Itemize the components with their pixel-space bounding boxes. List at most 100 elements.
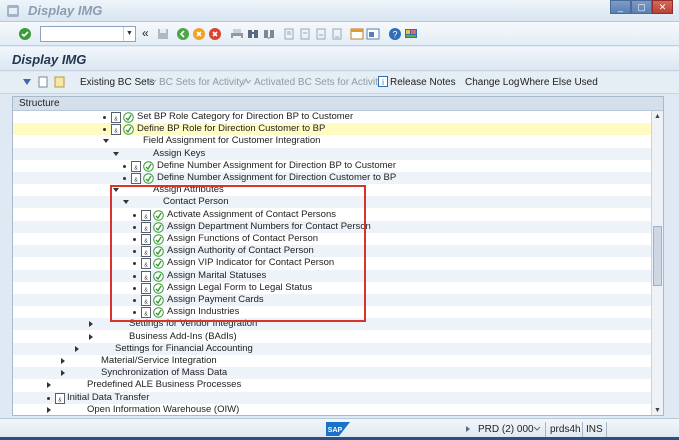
tree-row[interactable]: & Assign Functions of Contact Person: [13, 233, 653, 245]
documentation-icon[interactable]: &: [141, 307, 151, 319]
tree-node-label[interactable]: Contact Person: [163, 196, 228, 208]
new-session-icon[interactable]: [350, 27, 364, 41]
next-page-icon[interactable]: [314, 27, 328, 41]
expand-node-icon[interactable]: [75, 345, 79, 352]
last-page-icon[interactable]: [330, 27, 344, 41]
expand-node-icon[interactable]: [47, 406, 51, 413]
where-else-used-button[interactable]: Where Else Used: [520, 77, 598, 88]
chevron-down-icon[interactable]: ▼: [123, 27, 135, 41]
tree-row-label[interactable]: Define Number Assignment for Direction C…: [157, 172, 396, 184]
expand-all-icon[interactable]: [22, 77, 32, 87]
execute-activity-icon[interactable]: [153, 295, 164, 306]
documentation-icon[interactable]: &: [141, 270, 151, 282]
command-field[interactable]: ▼: [40, 26, 136, 42]
change-log-button[interactable]: Change Log: [465, 77, 520, 88]
exit-icon[interactable]: [192, 27, 206, 41]
expand-node-icon[interactable]: [89, 321, 93, 328]
activated-bc-sets-button[interactable]: Activated BC Sets for Activity: [254, 77, 383, 88]
maximize-button[interactable]: ▢: [631, 0, 652, 14]
tree-row[interactable]: Settings for Financial Accounting: [13, 342, 653, 355]
history-icon[interactable]: «: [142, 26, 152, 40]
tree-node-label[interactable]: Settings for Vendor Integration: [129, 318, 257, 330]
bc-sets-for-activity-button[interactable]: BC Sets for Activity: [159, 77, 244, 88]
tree-row[interactable]: Assign Attributes: [13, 184, 653, 196]
execute-activity-icon[interactable]: [153, 221, 164, 233]
documentation-icon[interactable]: &: [141, 258, 151, 270]
execute-activity-icon[interactable]: [123, 124, 134, 135]
tree-row[interactable]: & Activate Assignment of Contact Persons: [13, 209, 653, 221]
tree-row-label[interactable]: Assign Authority of Contact Person: [167, 245, 314, 257]
tree-row[interactable]: & Assign Industries: [13, 306, 653, 319]
tree-row[interactable]: & Assign Legal Form to Legal Status: [13, 282, 653, 294]
documentation-icon[interactable]: &: [55, 392, 65, 404]
tree-node-label[interactable]: Predefined ALE Business Processes: [87, 379, 241, 391]
tree-row-label[interactable]: Assign Functions of Contact Person: [167, 233, 318, 245]
expand-node-icon[interactable]: [61, 370, 65, 377]
chevron-down-icon[interactable]: [533, 426, 541, 432]
execute-activity-icon[interactable]: [153, 258, 164, 270]
collapse-node-icon[interactable]: [113, 151, 119, 156]
tree-row[interactable]: & Assign Marital Statuses: [13, 269, 653, 282]
tree-row-label[interactable]: Assign VIP Indicator for Contact Person: [167, 257, 334, 269]
scroll-down-icon[interactable]: ▼: [652, 405, 663, 415]
minimize-button[interactable]: _: [610, 0, 631, 14]
execute-activity-icon[interactable]: [153, 282, 164, 294]
tree-row[interactable]: & Assign Payment Cards: [13, 294, 653, 306]
tree-node-label[interactable]: Settings for Financial Accounting: [115, 343, 253, 355]
status-arrow-icon[interactable]: [464, 425, 472, 433]
tree-row[interactable]: & Assign Department Numbers for Contact P…: [13, 220, 653, 233]
documentation-icon[interactable]: &: [111, 112, 121, 123]
execute-activity-icon[interactable]: [123, 112, 134, 123]
tree-row-label[interactable]: Activate Assignment of Contact Persons: [167, 209, 336, 221]
execute-activity-icon[interactable]: [153, 234, 164, 245]
tree-row[interactable]: Synchronization of Mass Data: [13, 367, 653, 380]
documentation-icon[interactable]: &: [141, 209, 151, 221]
execute-activity-icon[interactable]: [153, 270, 164, 282]
tree-node-label[interactable]: Material/Service Integration: [101, 355, 217, 367]
scroll-up-icon[interactable]: ▲: [652, 111, 663, 123]
first-page-icon[interactable]: [282, 27, 296, 41]
tree-row[interactable]: Material/Service Integration: [13, 355, 653, 367]
collapse-node-icon[interactable]: [103, 139, 109, 144]
execute-activity-icon[interactable]: [153, 246, 164, 257]
documentation-icon[interactable]: &: [111, 124, 121, 136]
collapse-node-icon[interactable]: [123, 200, 129, 205]
back-icon[interactable]: [176, 27, 190, 41]
save-icon[interactable]: [156, 27, 170, 41]
execute-activity-icon[interactable]: [143, 160, 154, 172]
collapse-node-icon[interactable]: [113, 188, 119, 193]
execute-activity-icon[interactable]: [143, 173, 154, 184]
tree-row[interactable]: & Define BP Role for Direction Customer t…: [13, 123, 653, 136]
print-icon[interactable]: [230, 27, 244, 41]
tree-row[interactable]: & Define Number Assignment for Direction …: [13, 172, 653, 184]
documentation-icon[interactable]: &: [141, 282, 151, 294]
find-next-icon[interactable]: [262, 27, 276, 41]
tree-node-label[interactable]: Open Information Warehouse (OIW): [87, 404, 239, 415]
vertical-scrollbar[interactable]: ▲ ▼: [651, 111, 663, 415]
documentation-icon[interactable]: &: [141, 234, 151, 245]
help-icon[interactable]: ?: [388, 27, 402, 41]
tree-row[interactable]: Contact Person: [13, 196, 653, 209]
documentation-icon[interactable]: &: [141, 246, 151, 258]
tree-row[interactable]: Open Information Warehouse (OIW): [13, 404, 653, 415]
tree-row[interactable]: Assign Keys: [13, 147, 653, 160]
tree-row-label[interactable]: Define Number Assignment for Direction B…: [157, 160, 396, 172]
close-button[interactable]: ✕: [652, 0, 673, 14]
tree-row[interactable]: Business Add-Ins (BAdIs): [13, 331, 653, 343]
execute-activity-icon[interactable]: [153, 307, 164, 318]
execute-activity-icon[interactable]: [153, 209, 164, 221]
tree-row-label[interactable]: Initial Data Transfer: [67, 392, 149, 404]
tree-row[interactable]: Settings for Vendor Integration: [13, 318, 653, 331]
scroll-thumb[interactable]: [653, 226, 662, 286]
cancel-icon[interactable]: [208, 27, 222, 41]
tree-row-label[interactable]: Set BP Role Category for Direction BP to…: [137, 111, 353, 123]
find-icon[interactable]: [246, 27, 260, 41]
tree-row-label[interactable]: Assign Legal Form to Legal Status: [167, 282, 312, 294]
tree-node-label[interactable]: Assign Keys: [153, 148, 205, 160]
notes-icon[interactable]: [54, 76, 65, 88]
tree-row[interactable]: & Define Number Assignment for Direction …: [13, 160, 653, 172]
tree-node-label[interactable]: Business Add-Ins (BAdIs): [129, 331, 237, 343]
tree-row-label[interactable]: Assign Payment Cards: [167, 294, 264, 306]
tree-row[interactable]: Field Assignment for Customer Integratio…: [13, 135, 653, 147]
documentation-icon[interactable]: &: [131, 173, 141, 184]
